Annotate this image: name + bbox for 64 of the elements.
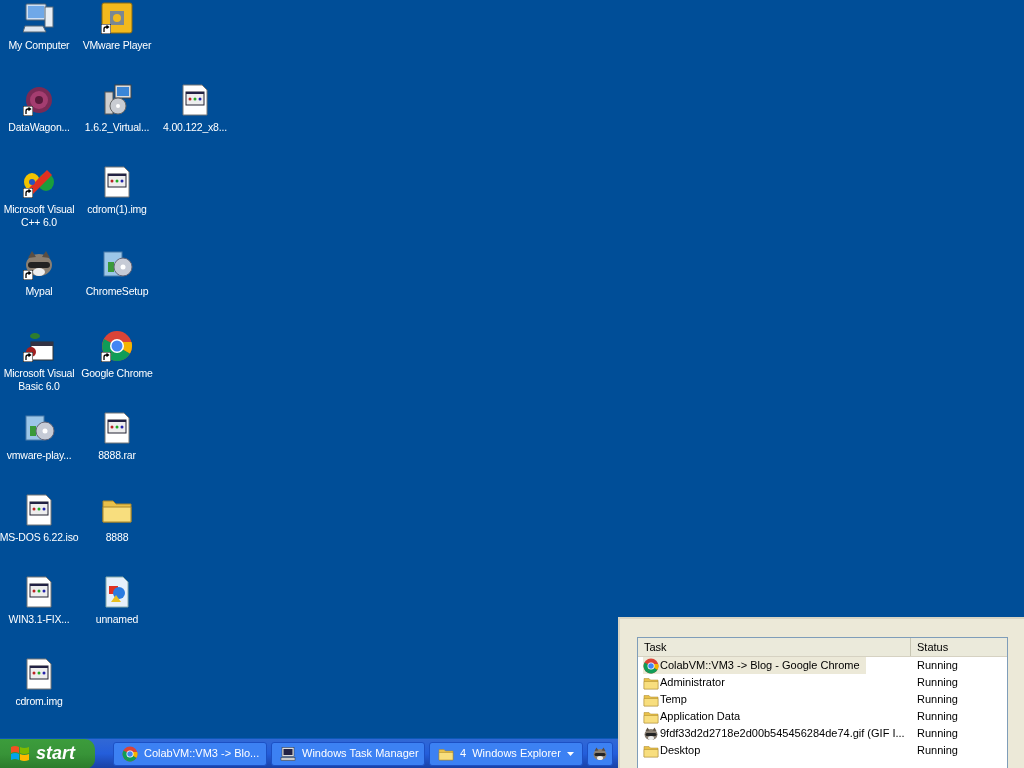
file-icon bbox=[23, 576, 55, 608]
icon-label[interactable]: unnamed bbox=[77, 613, 157, 626]
icon-label[interactable]: 1.6.2_Virtual... bbox=[77, 121, 157, 134]
taskbar-button[interactable]: ColabVM::VM3 -> Blo... bbox=[113, 741, 267, 766]
computer-icon bbox=[23, 2, 55, 34]
status-text: Running bbox=[916, 658, 958, 674]
taskbar-button[interactable]: 4 Windows Explorer bbox=[429, 741, 583, 766]
icon-label[interactable]: cdrom.img bbox=[0, 695, 79, 708]
icon-label[interactable]: VMware Player bbox=[77, 39, 157, 52]
file-icon bbox=[23, 494, 55, 526]
status-text: Running bbox=[916, 675, 958, 691]
caret-icon bbox=[567, 751, 574, 756]
icon-label[interactable]: My Computer bbox=[0, 39, 79, 52]
icon-label[interactable]: 4.00.122_x8... bbox=[155, 121, 235, 134]
chrome-icon bbox=[643, 657, 659, 674]
icon-label[interactable]: ChromeSetup bbox=[77, 285, 157, 298]
start-button[interactable]: start bbox=[0, 738, 95, 768]
raccoon-icon bbox=[592, 745, 608, 762]
flower-icon bbox=[23, 84, 55, 116]
icon-label[interactable]: MS-DOS 6.22.iso bbox=[0, 531, 79, 544]
status-text: Running bbox=[916, 743, 958, 759]
task-row[interactable]: Administrator bbox=[643, 674, 731, 691]
icon-label[interactable]: Google Chrome bbox=[77, 367, 157, 380]
task-row[interactable]: 9fdf33d2d2718e2d00b545456284de74.gif (GIF I... bbox=[643, 725, 911, 742]
task-row[interactable]: ColabVM::VM3 -> Blog - Google Chrome bbox=[643, 657, 866, 674]
icon-label[interactable]: 8888 bbox=[77, 531, 157, 544]
calendar-icon bbox=[23, 330, 55, 362]
shortcut-arrow-icon bbox=[101, 24, 111, 34]
puzzle-icon bbox=[101, 2, 133, 34]
shortcut-arrow-icon bbox=[101, 352, 111, 362]
taskbar-button[interactable] bbox=[587, 741, 613, 766]
icon-label[interactable]: WIN3.1-FIX... bbox=[0, 613, 79, 626]
task-row[interactable]: Application Data bbox=[643, 708, 747, 725]
installer-box-icon bbox=[23, 412, 55, 444]
setup-icon bbox=[101, 84, 133, 116]
icon-label[interactable]: DataWagon... bbox=[0, 121, 79, 134]
icon-label[interactable]: cdrom(1).img bbox=[77, 203, 157, 216]
windows-flag-icon bbox=[10, 743, 30, 764]
shortcut-arrow-icon bbox=[23, 270, 33, 280]
taskbar-button[interactable]: Windows Task Manager bbox=[271, 741, 425, 766]
icon-label[interactable]: 8888.rar bbox=[77, 449, 157, 462]
icon-label[interactable]: Microsoft Visual C++ 6.0 bbox=[0, 203, 79, 229]
task-row[interactable]: Temp bbox=[643, 691, 693, 708]
status-text: Running bbox=[916, 726, 958, 742]
monitor-icon bbox=[280, 745, 296, 762]
status-text: Running bbox=[916, 692, 958, 708]
shortcut-arrow-icon bbox=[23, 188, 33, 198]
raccoon-icon bbox=[643, 725, 659, 742]
icon-label[interactable]: Microsoft Visual Basic 6.0 bbox=[0, 367, 79, 393]
column-header[interactable]: Status bbox=[911, 638, 1007, 656]
file-icon bbox=[101, 166, 133, 198]
icon-label[interactable]: vmware-play... bbox=[0, 449, 79, 462]
shortcut-arrow-icon bbox=[23, 352, 33, 362]
chrome-icon bbox=[101, 330, 133, 362]
file-icon bbox=[179, 84, 211, 116]
file-icon bbox=[101, 412, 133, 444]
icon-label[interactable]: Mypal bbox=[0, 285, 79, 298]
installer-box-icon bbox=[101, 248, 133, 280]
status-text: Running bbox=[916, 709, 958, 725]
column-header[interactable]: Task bbox=[638, 638, 911, 656]
chrome-icon bbox=[122, 745, 138, 762]
shortcut-arrow-icon bbox=[23, 106, 33, 116]
task-row[interactable]: Desktop bbox=[643, 742, 707, 759]
file-icon bbox=[23, 658, 55, 690]
